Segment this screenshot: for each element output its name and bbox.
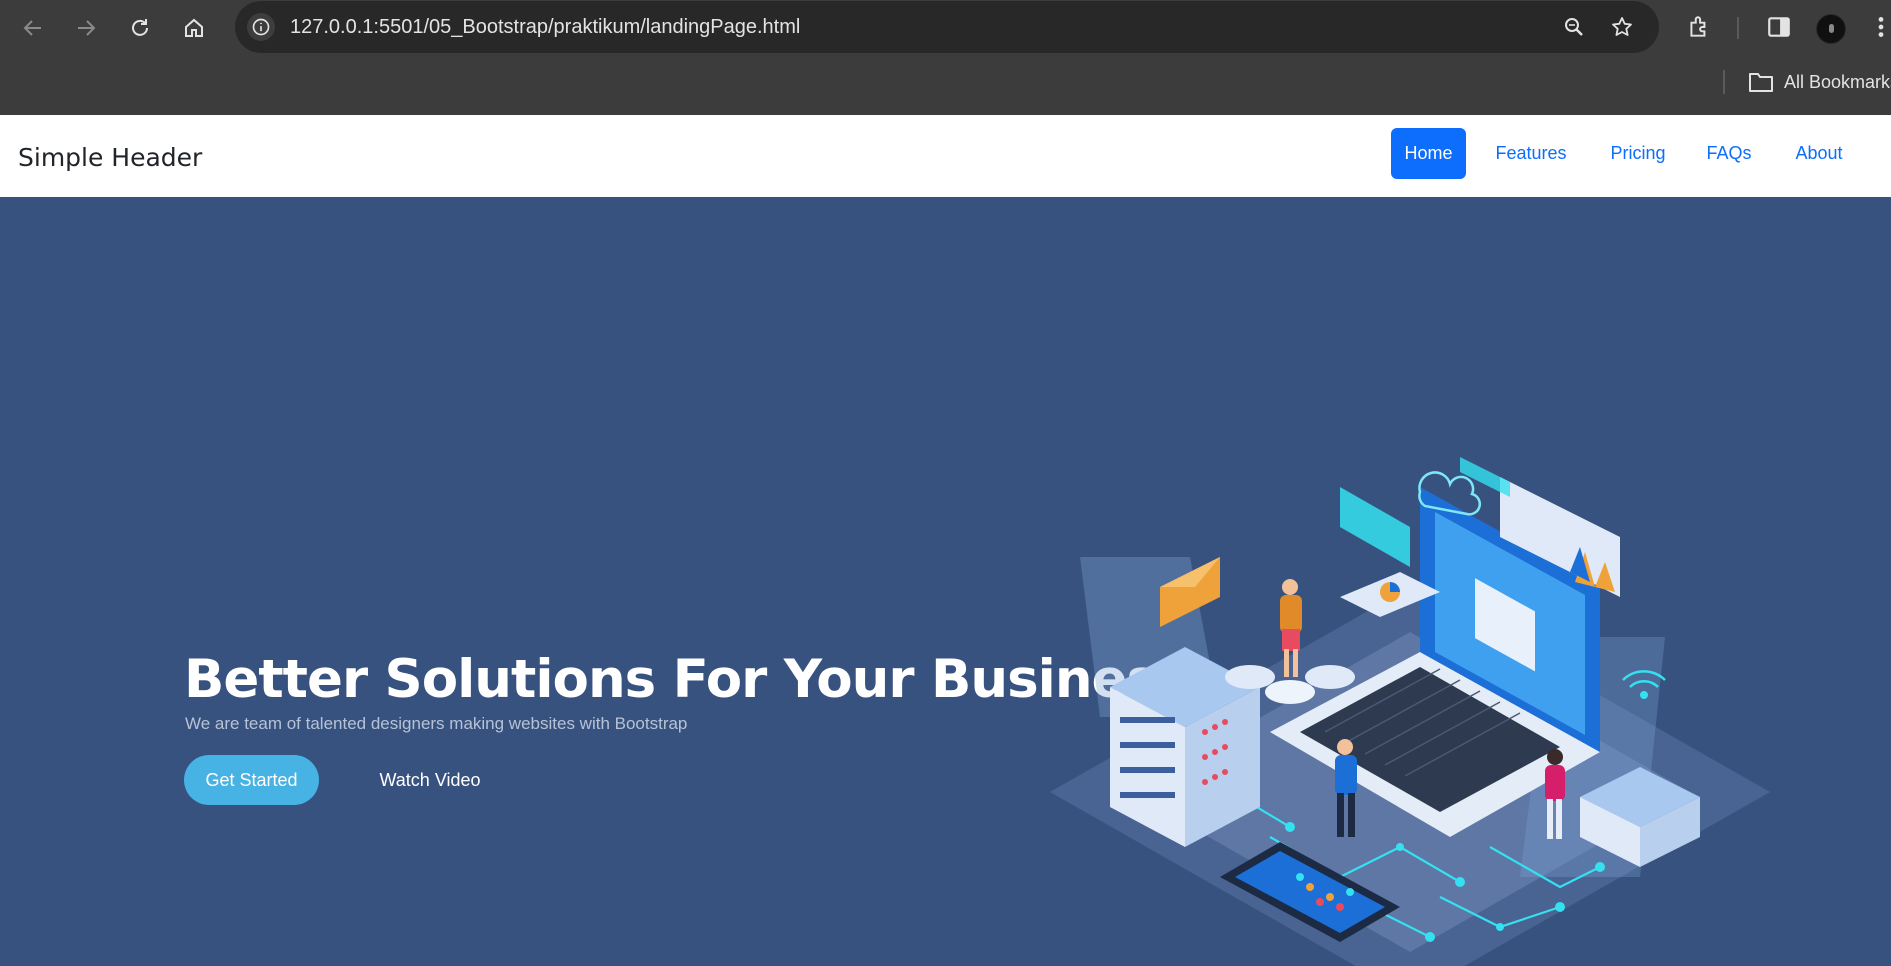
nav-home[interactable]: Home [1391, 128, 1466, 179]
all-bookmarks-link[interactable]: All Bookmarks [1784, 72, 1891, 93]
brand-title[interactable]: Simple Header [18, 143, 202, 172]
nav-features[interactable]: Features [1484, 128, 1578, 179]
get-started-button[interactable]: Get Started [184, 755, 319, 805]
toolbar-divider [1737, 17, 1739, 39]
hero-title: Better Solutions For Your Business [184, 649, 1189, 710]
url-text[interactable]: 127.0.0.1:5501/05_Bootstrap/praktikum/la… [290, 16, 800, 39]
nav-pricing[interactable]: Pricing [1596, 128, 1680, 179]
side-panel-icon[interactable] [1765, 13, 1793, 41]
browser-toolbar: 127.0.0.1:5501/05_Bootstrap/praktikum/la… [0, 0, 1891, 56]
zoom-icon[interactable] [1561, 14, 1587, 40]
hero-section: Better Solutions For Your Business We ar… [0, 197, 1891, 966]
hero-subtitle: We are team of talented designers making… [185, 714, 688, 733]
reload-icon[interactable] [122, 10, 158, 46]
home-icon[interactable] [176, 10, 212, 46]
menu-icon[interactable] [1872, 13, 1890, 41]
watch-video-button[interactable]: Watch Video [370, 755, 490, 805]
site-header: Simple Header Home Features Pricing FAQs… [0, 115, 1891, 197]
bookmarks-bar [0, 62, 1891, 106]
bookmarks-divider [1723, 70, 1725, 94]
forward-icon[interactable] [68, 10, 104, 46]
browser-chrome: 127.0.0.1:5501/05_Bootstrap/praktikum/la… [0, 0, 1891, 115]
extensions-icon[interactable] [1685, 13, 1713, 41]
site-info-icon[interactable] [247, 13, 275, 41]
hero-illustration [1050, 457, 1770, 966]
back-icon[interactable] [15, 10, 51, 46]
star-icon[interactable] [1609, 14, 1635, 40]
address-bar[interactable]: 127.0.0.1:5501/05_Bootstrap/praktikum/la… [235, 1, 1659, 53]
nav-faqs[interactable]: FAQs [1696, 128, 1762, 179]
folder-icon [1749, 73, 1773, 92]
profile-avatar[interactable] [1816, 14, 1846, 44]
nav-about[interactable]: About [1778, 128, 1860, 179]
